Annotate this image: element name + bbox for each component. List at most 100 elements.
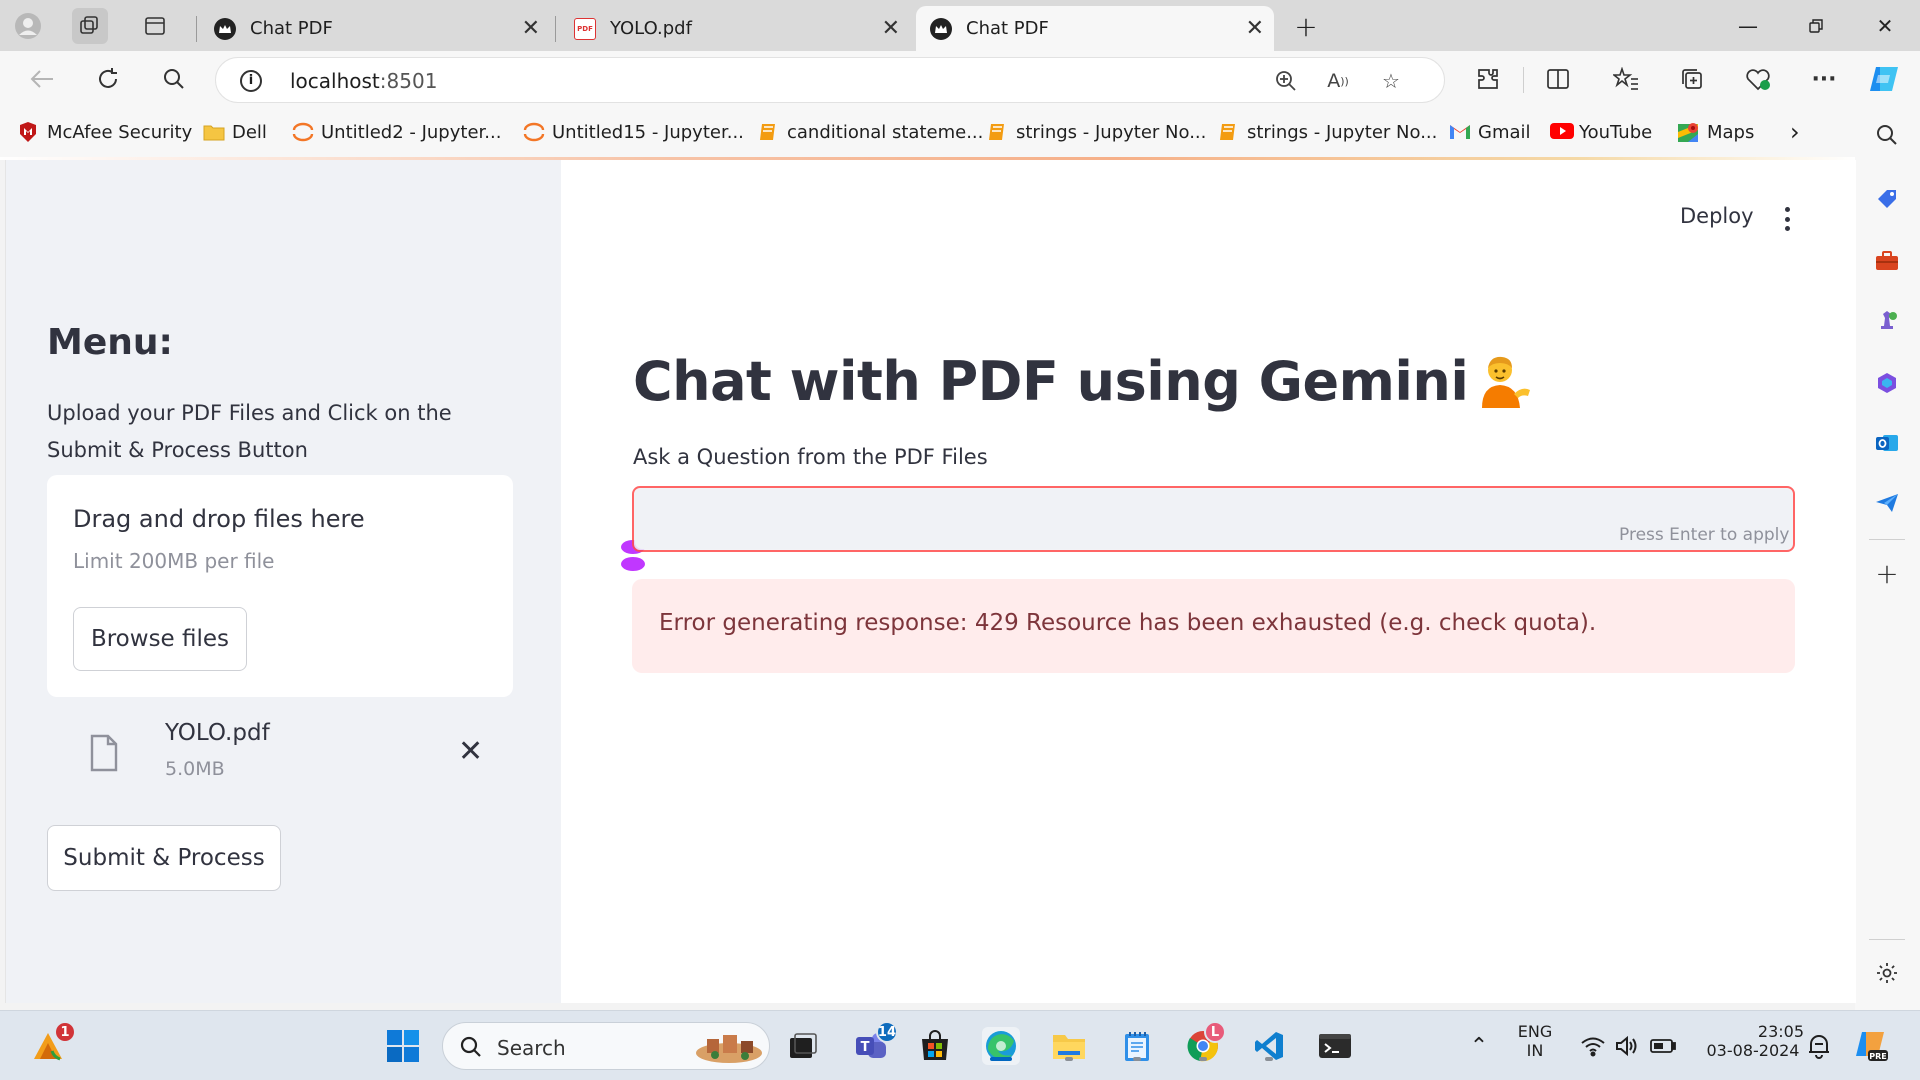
shopping-tag-icon[interactable] bbox=[1873, 185, 1901, 213]
clock[interactable]: 23:05 03-08-2024 bbox=[1698, 1022, 1808, 1060]
task-view-icon[interactable] bbox=[784, 1027, 822, 1065]
copilot-preview-icon[interactable]: PRE bbox=[1852, 1027, 1890, 1065]
question-label: Ask a Question from the PDF Files bbox=[633, 445, 988, 469]
address-url[interactable]: localhost:8501 bbox=[290, 69, 437, 93]
extensions-icon[interactable] bbox=[1470, 61, 1506, 97]
bookmark-dell[interactable]: Dell bbox=[203, 119, 267, 145]
bookmark-strings-1[interactable]: strings - Jupyter No... bbox=[987, 119, 1206, 145]
bookmark-label: YouTube bbox=[1579, 121, 1653, 143]
more-options-icon[interactable]: ··· bbox=[1806, 61, 1842, 97]
language-indicator[interactable]: ENG IN bbox=[1510, 1022, 1560, 1060]
tab-separator bbox=[196, 16, 197, 42]
selection-handle-bottom[interactable] bbox=[621, 557, 645, 571]
tab-chat-pdf-1[interactable]: Chat PDF ✕ bbox=[200, 6, 550, 51]
games-chess-icon[interactable] bbox=[1873, 307, 1901, 335]
tab-chat-pdf-active[interactable]: Chat PDF ✕ bbox=[916, 6, 1274, 51]
close-tab-icon[interactable]: ✕ bbox=[522, 16, 540, 41]
clock-time: 23:05 bbox=[1757, 1022, 1804, 1041]
region-code: IN bbox=[1526, 1041, 1544, 1060]
notebook-icon bbox=[758, 122, 778, 142]
zoom-icon[interactable] bbox=[1271, 66, 1301, 96]
favorites-icon[interactable] bbox=[1608, 61, 1644, 97]
tab-title: YOLO.pdf bbox=[610, 18, 692, 39]
teams-icon[interactable]: T 14 bbox=[852, 1021, 898, 1065]
bookmark-conditional[interactable]: canditional stateme... bbox=[758, 119, 983, 145]
sidebar-separator bbox=[1869, 539, 1905, 540]
notifications-icon[interactable] bbox=[1800, 1027, 1838, 1065]
search-icon bbox=[460, 1036, 481, 1057]
toolbar-separator bbox=[1523, 67, 1524, 93]
chrome-icon[interactable]: L bbox=[1184, 1021, 1226, 1065]
battery-icon[interactable] bbox=[1644, 1027, 1682, 1065]
main-menu-kebab-icon[interactable] bbox=[1777, 204, 1797, 234]
new-tab-icon[interactable]: + bbox=[1288, 8, 1324, 44]
outlook-icon[interactable] bbox=[1873, 429, 1901, 457]
bookmark-label: strings - Jupyter No... bbox=[1016, 121, 1207, 143]
close-tab-icon[interactable]: ✕ bbox=[882, 16, 900, 41]
remove-file-close-icon[interactable]: ✕ bbox=[458, 734, 483, 769]
bookmark-maps[interactable]: Maps bbox=[1678, 119, 1754, 145]
close-tab-icon[interactable]: ✕ bbox=[1246, 16, 1264, 41]
minimize-icon[interactable]: — bbox=[1723, 8, 1773, 44]
sidebar-separator bbox=[1869, 939, 1905, 940]
split-screen-icon[interactable] bbox=[1540, 61, 1576, 97]
input-hint: Press Enter to apply bbox=[1619, 525, 1790, 545]
collections-icon[interactable] bbox=[1674, 61, 1710, 97]
tab-yolo-pdf[interactable]: PDF YOLO.pdf ✕ bbox=[560, 6, 910, 51]
file-dropzone[interactable]: Drag and drop files here Limit 200MB per… bbox=[47, 475, 513, 697]
notepad-icon[interactable] bbox=[1118, 1027, 1156, 1065]
read-aloud-icon[interactable]: A)) bbox=[1323, 66, 1353, 96]
vscode-icon[interactable] bbox=[1250, 1027, 1288, 1065]
back-arrow-icon[interactable] bbox=[24, 61, 60, 97]
error-alert: Error generating response: 429 Resource … bbox=[632, 579, 1795, 673]
search-highlight-illustration-icon bbox=[696, 1035, 762, 1063]
file-explorer-icon[interactable] bbox=[1050, 1027, 1088, 1065]
show-hidden-icons-chevron-icon[interactable]: ⌃ bbox=[1460, 1027, 1498, 1065]
address-bar[interactable]: i localhost:8501 A)) ☆ bbox=[215, 57, 1445, 103]
close-window-icon[interactable]: ✕ bbox=[1860, 8, 1910, 44]
submit-process-button[interactable]: Submit & Process bbox=[47, 825, 281, 891]
wifi-icon[interactable] bbox=[1574, 1027, 1612, 1065]
running-indicator bbox=[1133, 1057, 1141, 1061]
bookmark-untitled2[interactable]: Untitled2 - Jupyter... bbox=[292, 119, 501, 145]
browser-essentials-icon[interactable] bbox=[1740, 61, 1776, 97]
microsoft-365-icon[interactable] bbox=[1873, 369, 1901, 397]
reload-icon[interactable] bbox=[90, 61, 126, 97]
svg-text:T: T bbox=[861, 1040, 870, 1055]
volume-icon[interactable] bbox=[1608, 1027, 1646, 1065]
copilot-icon[interactable] bbox=[1866, 61, 1902, 97]
clock-date: 03-08-2024 bbox=[1706, 1041, 1800, 1060]
sidebar-search-icon[interactable] bbox=[1873, 121, 1901, 149]
add-sidebar-app-icon[interactable]: + bbox=[1873, 557, 1901, 590]
jupyter-icon bbox=[523, 122, 545, 142]
bookmark-untitled15[interactable]: Untitled15 - Jupyter... bbox=[523, 119, 744, 145]
taskbar-search-box[interactable]: Search bbox=[442, 1022, 770, 1070]
terminal-icon[interactable] bbox=[1316, 1027, 1354, 1065]
bookmark-strings-2[interactable]: strings - Jupyter No... bbox=[1218, 119, 1437, 145]
bookmark-youtube[interactable]: YouTube bbox=[1550, 119, 1652, 145]
notebook-icon bbox=[987, 122, 1007, 142]
site-info-icon[interactable]: i bbox=[240, 70, 262, 92]
bookmark-mcafee[interactable]: McAfee Security bbox=[18, 119, 192, 145]
windows-taskbar: 1 Search T 14 L ⌃ ENG IN 23:05 03-08-202… bbox=[0, 1010, 1920, 1080]
tools-briefcase-icon[interactable] bbox=[1873, 247, 1901, 275]
send-plane-icon[interactable] bbox=[1873, 489, 1901, 517]
tab-actions-icon[interactable] bbox=[137, 8, 173, 44]
deploy-button[interactable]: Deploy bbox=[1680, 204, 1754, 228]
widgets-icon[interactable]: 1 bbox=[26, 1021, 76, 1065]
microsoft-store-icon[interactable] bbox=[916, 1027, 954, 1065]
profile-avatar-icon[interactable] bbox=[10, 8, 46, 44]
bookmark-gmail[interactable]: Gmail bbox=[1449, 119, 1531, 145]
bookmark-label: Untitled15 - Jupyter... bbox=[552, 121, 744, 143]
browse-files-button[interactable]: Browse files bbox=[73, 607, 247, 671]
favorite-star-icon[interactable]: ☆ bbox=[1376, 66, 1406, 96]
edge-browser-icon[interactable] bbox=[982, 1027, 1020, 1065]
more-bookmarks-chevron-icon[interactable]: › bbox=[1790, 118, 1800, 146]
workspaces-icon[interactable] bbox=[72, 8, 108, 44]
sidebar-settings-gear-icon[interactable] bbox=[1873, 959, 1901, 987]
url-host: localhost bbox=[290, 69, 380, 93]
start-windows-icon[interactable] bbox=[384, 1027, 422, 1065]
restore-icon[interactable] bbox=[1791, 8, 1841, 44]
search-icon[interactable] bbox=[156, 61, 192, 97]
svg-text:PRE: PRE bbox=[1869, 1052, 1887, 1061]
